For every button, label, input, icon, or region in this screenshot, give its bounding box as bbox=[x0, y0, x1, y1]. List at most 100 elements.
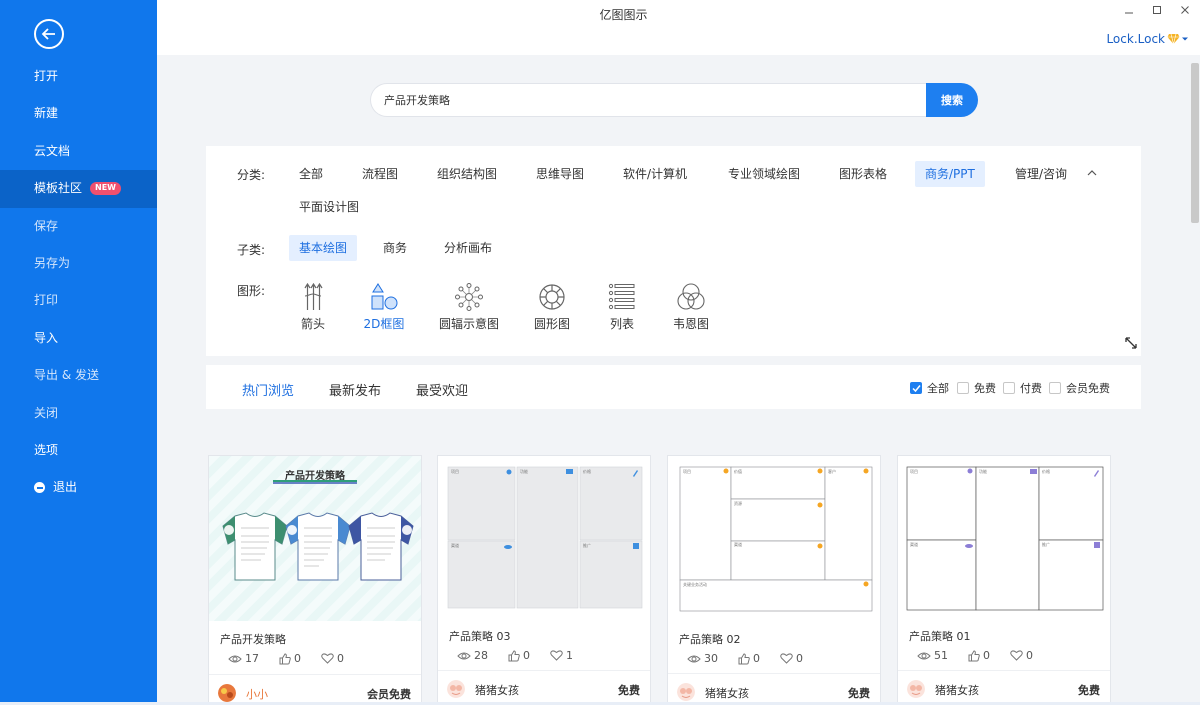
shape-radial[interactable]: 圆辐示意图 bbox=[429, 282, 509, 332]
category-graphic-table[interactable]: 图形表格 bbox=[829, 161, 897, 187]
avatar bbox=[907, 680, 925, 698]
search-input[interactable] bbox=[370, 83, 926, 117]
filter-member-free[interactable]: 会员免费 bbox=[1049, 380, 1110, 396]
template-card[interactable]: 项目 价值 客户 资源 渠道 关键业务活动 产品策略 02 30 0 0 猪猪女孩 免费 bbox=[667, 455, 881, 705]
card-footer: 猪猪女孩 免费 bbox=[898, 670, 1110, 704]
menu-exit[interactable]: 退出 bbox=[0, 469, 157, 506]
sidebar: 打开 新建 云文档 模板社区 NEW 保存 另存为 打印 导入 导出 & 发送 关… bbox=[0, 0, 157, 705]
shape-circle[interactable]: 圆形图 bbox=[512, 282, 592, 332]
close-window-button[interactable] bbox=[1176, 2, 1194, 19]
avatar bbox=[677, 683, 695, 701]
price-tag: 免费 bbox=[1078, 684, 1100, 697]
menu-save-as[interactable]: 另存为 bbox=[0, 245, 157, 282]
template-card[interactable]: 产品开发策略 产品开发策略 17 0 0 小小 会员免费 bbox=[208, 455, 422, 705]
shape-list[interactable]: 列表 bbox=[582, 282, 662, 332]
maximize-button[interactable] bbox=[1148, 2, 1166, 19]
menu-new[interactable]: 新建 bbox=[0, 95, 157, 132]
favorite-count[interactable]: 1 bbox=[550, 649, 573, 662]
svg-text:项目: 项目 bbox=[451, 468, 459, 474]
search-button[interactable]: 搜索 bbox=[926, 83, 978, 117]
search-bar: 搜索 bbox=[370, 83, 978, 117]
subcategory-analysis-canvas[interactable]: 分析画布 bbox=[434, 235, 502, 261]
template-thumbnail: 产品开发策略 bbox=[209, 456, 421, 621]
menu-export-send[interactable]: 导出 & 发送 bbox=[0, 357, 157, 394]
svg-text:推广: 推广 bbox=[1042, 541, 1050, 547]
exit-icon bbox=[34, 482, 45, 494]
back-button[interactable] bbox=[34, 19, 64, 49]
category-management[interactable]: 管理/咨询 bbox=[1005, 161, 1077, 187]
svg-text:功能: 功能 bbox=[520, 468, 528, 474]
category-label: 分类: bbox=[237, 168, 266, 182]
favorite-count[interactable]: 0 bbox=[780, 652, 803, 665]
menu-open[interactable]: 打开 bbox=[0, 58, 157, 95]
svg-text:客户: 客户 bbox=[828, 468, 836, 474]
avatar bbox=[447, 680, 465, 698]
shape-arrow[interactable]: 箭头 bbox=[273, 282, 353, 332]
favorite-count[interactable]: 0 bbox=[1010, 649, 1033, 662]
svg-text:渠道: 渠道 bbox=[734, 541, 742, 547]
svg-text:价格: 价格 bbox=[583, 468, 591, 474]
view-count: 30 bbox=[687, 652, 718, 665]
card-title: 产品开发策略 bbox=[220, 633, 286, 646]
expand-icon[interactable] bbox=[1124, 336, 1138, 350]
checkbox[interactable] bbox=[1049, 382, 1061, 394]
heart-icon bbox=[321, 653, 334, 664]
menu-save[interactable]: 保存 bbox=[0, 208, 157, 245]
svg-text:推广: 推广 bbox=[583, 542, 591, 548]
like-count[interactable]: 0 bbox=[738, 652, 760, 665]
new-badge: NEW bbox=[90, 182, 121, 196]
checkbox[interactable] bbox=[1003, 382, 1015, 394]
chevron-up-icon[interactable] bbox=[1087, 168, 1097, 178]
menu-print[interactable]: 打印 bbox=[0, 282, 157, 319]
category-mind-map[interactable]: 思维导图 bbox=[526, 161, 594, 187]
category-professional[interactable]: 专业领域绘图 bbox=[718, 161, 810, 187]
svg-text:项目: 项目 bbox=[910, 468, 918, 474]
category-flowchart[interactable]: 流程图 bbox=[352, 161, 408, 187]
author-name[interactable]: 猪猪女孩 bbox=[935, 682, 979, 698]
menu-options[interactable]: 选项 bbox=[0, 432, 157, 469]
user-account[interactable]: Lock.Lock bbox=[1106, 32, 1188, 46]
filter-paid[interactable]: 付费 bbox=[1003, 380, 1042, 396]
scrollbar[interactable] bbox=[1190, 55, 1200, 705]
checkbox[interactable] bbox=[957, 382, 969, 394]
filter-panel: 分类: 全部 流程图 组织结构图 思维导图 软件/计算机 专业领域绘图 图形表格… bbox=[206, 146, 1141, 356]
shape-2d-block[interactable]: 2D框图 bbox=[344, 282, 424, 332]
like-count[interactable]: 0 bbox=[279, 652, 301, 665]
like-count[interactable]: 0 bbox=[508, 649, 530, 662]
subcategory-label: 子类: bbox=[237, 243, 266, 257]
scroll-thumb[interactable] bbox=[1191, 63, 1199, 223]
shape-label: 图形: bbox=[237, 284, 266, 298]
subcategory-basic[interactable]: 基本绘图 bbox=[289, 235, 358, 261]
menu-close[interactable]: 关闭 bbox=[0, 395, 157, 432]
template-card[interactable]: 项目 功能 价格 渠道 推广 产品策略 01 51 0 0 猪猪女孩 免费 bbox=[897, 455, 1111, 705]
card-stats: 17 0 0 bbox=[228, 652, 344, 665]
tab-hot[interactable]: 热门浏览 bbox=[242, 380, 294, 399]
favorite-count[interactable]: 0 bbox=[321, 652, 344, 665]
category-graphic-design[interactable]: 平面设计图 bbox=[289, 194, 369, 220]
subcategory-business[interactable]: 商务 bbox=[373, 235, 417, 261]
filter-all[interactable]: 全部 bbox=[910, 380, 949, 396]
side-menu: 打开 新建 云文档 模板社区 NEW 保存 另存为 打印 导入 导出 & 发送 关… bbox=[0, 58, 157, 507]
tshirt-illustration bbox=[222, 480, 414, 581]
filter-free[interactable]: 免费 bbox=[957, 380, 996, 396]
shape-venn[interactable]: 韦恩图 bbox=[651, 282, 731, 332]
minimize-icon bbox=[1125, 12, 1133, 14]
author-name[interactable]: 猪猪女孩 bbox=[475, 682, 519, 698]
sort-bar: 热门浏览 最新发布 最受欢迎 全部 免费 付费 会员免费 bbox=[206, 365, 1141, 409]
checkbox-checked[interactable] bbox=[910, 382, 922, 394]
tab-latest[interactable]: 最新发布 bbox=[329, 380, 381, 399]
radial-diagram-icon bbox=[455, 283, 483, 311]
template-card[interactable]: 项目 功能 价格 渠道 推广 产品策略 03 28 0 1 猪猪女孩 免费 bbox=[437, 455, 651, 705]
author-name[interactable]: 猪猪女孩 bbox=[705, 685, 749, 701]
menu-template-community[interactable]: 模板社区 NEW bbox=[0, 170, 157, 208]
tab-popular[interactable]: 最受欢迎 bbox=[416, 380, 468, 399]
category-all[interactable]: 全部 bbox=[289, 161, 333, 187]
category-business-ppt[interactable]: 商务/PPT bbox=[915, 161, 985, 187]
menu-import[interactable]: 导入 bbox=[0, 320, 157, 357]
like-count[interactable]: 0 bbox=[968, 649, 990, 662]
author-name[interactable]: 小小 bbox=[246, 686, 268, 702]
category-software[interactable]: 软件/计算机 bbox=[613, 161, 697, 187]
menu-cloud-docs[interactable]: 云文档 bbox=[0, 133, 157, 170]
category-org-chart[interactable]: 组织结构图 bbox=[427, 161, 507, 187]
minimize-button[interactable] bbox=[1120, 2, 1138, 19]
